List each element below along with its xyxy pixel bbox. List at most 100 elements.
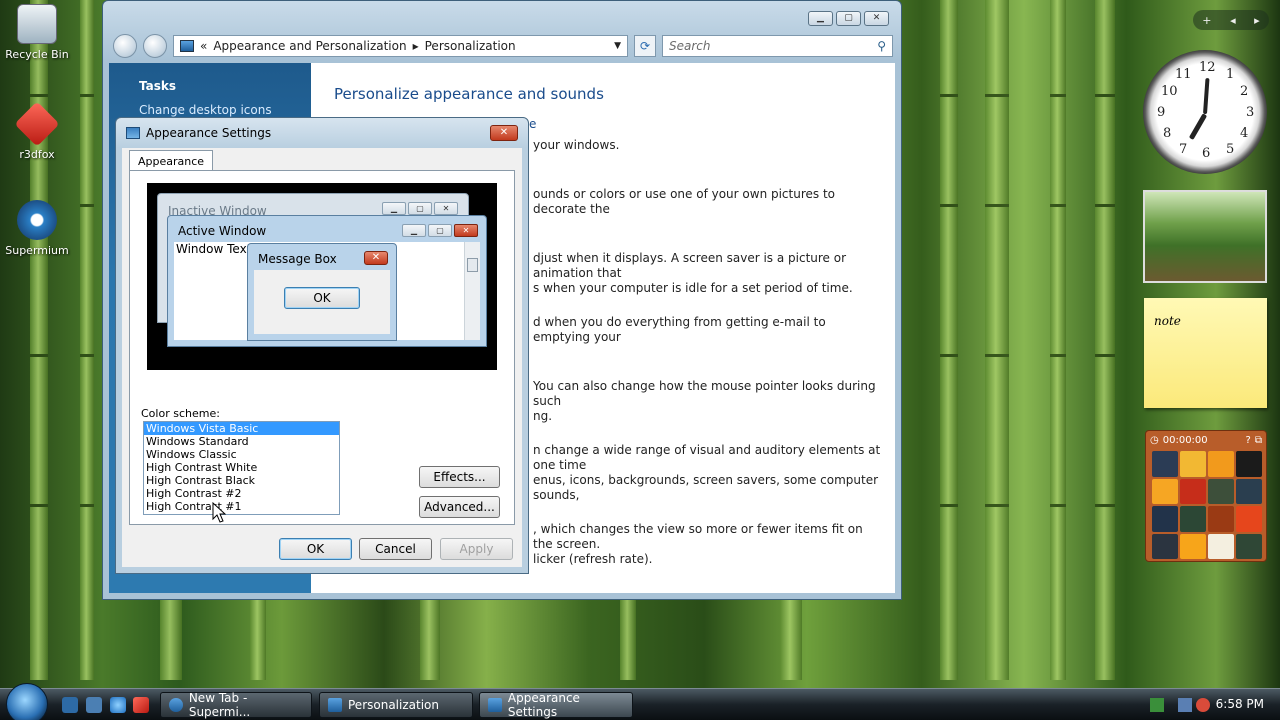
list-item[interactable]: High Contrast #2 <box>144 487 339 500</box>
breadcrumb-item[interactable]: Appearance and Personalization <box>213 39 406 53</box>
clock-number: 4 <box>1240 126 1249 141</box>
list-item[interactable]: Windows Vista Basic <box>144 422 339 435</box>
chevron-down-icon[interactable]: ▼ <box>614 41 621 51</box>
puzzle-tile[interactable] <box>1236 506 1262 532</box>
taskbar-item-label: Personalization <box>348 698 439 712</box>
taskbar-item-personalization[interactable]: Personalization <box>319 692 473 718</box>
puzzle-tile[interactable] <box>1180 451 1206 477</box>
internet-explorer-icon[interactable] <box>110 697 126 713</box>
puzzle-tile[interactable] <box>1180 506 1206 532</box>
paragraph: , which changes the view so more or fewe… <box>533 522 863 566</box>
list-item[interactable]: Windows Classic <box>144 448 339 461</box>
r3dfox-quick-launch-icon[interactable] <box>133 697 149 713</box>
network-icon[interactable] <box>1178 698 1192 712</box>
advanced-button[interactable]: Advanced... <box>419 496 500 518</box>
taskbar-item-appearance-settings[interactable]: Appearance Settings <box>479 691 633 719</box>
clock-minute-hand <box>1203 77 1210 115</box>
apply-button[interactable]: Apply <box>440 538 513 560</box>
window-text: Window Text <box>176 242 252 256</box>
close-icon: ✕ <box>434 202 458 215</box>
desktop-icon-label: Recycle Bin <box>5 48 69 61</box>
slideshow-gadget[interactable] <box>1143 190 1267 283</box>
address-bar[interactable]: « Appearance and Personalization ▸ Perso… <box>173 35 628 57</box>
list-item[interactable]: High Contrast White <box>144 461 339 474</box>
paragraph: You can also change how the mouse pointe… <box>533 379 876 423</box>
notes-gadget[interactable]: note <box>1144 298 1267 408</box>
preview-message-box: Message Box ✕ OK <box>247 243 397 341</box>
close-button[interactable]: ✕ <box>864 11 889 26</box>
clock-number: 7 <box>1179 142 1188 157</box>
scrollbar-thumb <box>467 258 478 272</box>
puzzle-tile[interactable] <box>1152 506 1178 532</box>
back-button[interactable] <box>113 34 137 58</box>
puzzle-tile[interactable] <box>1152 533 1178 559</box>
puzzle-tile[interactable] <box>1236 533 1262 559</box>
puzzle-tile[interactable] <box>1208 533 1234 559</box>
ok-button[interactable]: OK <box>279 538 352 560</box>
desktop-icon-label: Supermium <box>5 244 69 257</box>
display-settings-icon <box>126 127 140 139</box>
puzzle-toolbar: ◷ 00:00:00 ? ⧉ <box>1150 433 1262 447</box>
puzzle-tile[interactable] <box>1236 451 1262 477</box>
clock-time[interactable]: 6:58 PM <box>1216 697 1264 711</box>
refresh-button[interactable]: ⟳ <box>634 35 656 57</box>
active-window-title: Active Window <box>178 224 267 238</box>
add-gadget-icon[interactable]: + <box>1202 14 1211 27</box>
list-item[interactable]: High Contrast Black <box>144 474 339 487</box>
breadcrumb-item[interactable]: Personalization <box>425 39 516 53</box>
clock-gadget[interactable]: 12 1 2 3 4 5 6 7 8 9 10 11 <box>1143 50 1267 174</box>
puzzle-tile[interactable] <box>1152 478 1178 504</box>
partial-link[interactable]: e <box>529 117 879 132</box>
search-input[interactable]: Search ⚲ <box>662 35 893 57</box>
close-icon: ✕ <box>454 224 478 237</box>
paragraph: ounds or colors or use one of your own p… <box>533 187 836 216</box>
puzzle-tile[interactable] <box>1208 478 1234 504</box>
maximize-icon: ▢ <box>428 224 452 237</box>
display-settings-icon <box>488 698 502 712</box>
color-scheme-label: Color scheme: <box>141 407 220 420</box>
paragraph: djust when it displays. A screen saver i… <box>533 251 853 295</box>
sidebar-controls: + ◂ ▸ <box>1193 10 1269 30</box>
sidebar-tray-icon[interactable] <box>1150 698 1164 712</box>
puzzle-tile[interactable] <box>1236 478 1262 504</box>
puzzle-tile[interactable] <box>1152 451 1178 477</box>
desktop-icon-r3dfox[interactable]: r3dfox <box>0 101 74 161</box>
clock-number: 8 <box>1163 126 1172 141</box>
puzzle-tile[interactable] <box>1208 451 1234 477</box>
color-scheme-list[interactable]: Windows Vista Basic Windows Standard Win… <box>143 421 340 515</box>
desktop-icon-label: r3dfox <box>19 148 55 161</box>
tab-appearance[interactable]: Appearance <box>129 150 214 172</box>
clock-hour-hand <box>1188 113 1208 140</box>
picture-puzzle-gadget[interactable]: ◷ 00:00:00 ? ⧉ <box>1145 430 1267 562</box>
maximize-button[interactable]: ▢ <box>836 11 861 26</box>
breadcrumb-separator-icon: ▸ <box>412 39 419 53</box>
list-item[interactable]: High Contrast #1 <box>144 500 339 513</box>
next-icon[interactable]: ▸ <box>1254 14 1260 27</box>
taskbar-item-new-tab[interactable]: New Tab - Supermi... <box>160 691 312 719</box>
search-placeholder: Search <box>669 39 711 53</box>
puzzle-grid <box>1152 451 1262 559</box>
start-button[interactable] <box>6 683 48 720</box>
paragraph: d when you do everything from getting e-… <box>533 315 826 344</box>
desktop-icon-supermium[interactable]: Supermium <box>0 200 74 257</box>
search-icon[interactable]: ⚲ <box>877 39 886 53</box>
cancel-button[interactable]: Cancel <box>359 538 432 560</box>
help-icon[interactable]: ? <box>1246 435 1251 446</box>
minimize-button[interactable]: ▁ <box>808 11 833 26</box>
list-item[interactable]: Windows Standard <box>144 435 339 448</box>
dialog-close-button[interactable]: ✕ <box>490 125 518 141</box>
previous-icon[interactable]: ◂ <box>1230 14 1236 27</box>
puzzle-tile[interactable] <box>1180 533 1206 559</box>
effects-button[interactable]: Effects... <box>419 466 500 488</box>
volume-muted-icon[interactable] <box>1196 698 1210 712</box>
show-desktop-icon[interactable] <box>62 697 78 713</box>
change-desktop-icons-link[interactable]: Change desktop icons <box>109 93 311 117</box>
message-box-client: OK <box>254 270 390 334</box>
page-title: Personalize appearance and sounds <box>334 85 604 103</box>
tasks-title: Tasks <box>139 79 177 93</box>
hint-icon[interactable]: ⧉ <box>1255 435 1262 446</box>
switch-windows-icon[interactable] <box>86 697 102 713</box>
forward-button[interactable] <box>143 34 167 58</box>
desktop-icon-recycle-bin[interactable]: Recycle Bin <box>0 4 74 61</box>
puzzle-tile[interactable] <box>1180 478 1206 504</box>
